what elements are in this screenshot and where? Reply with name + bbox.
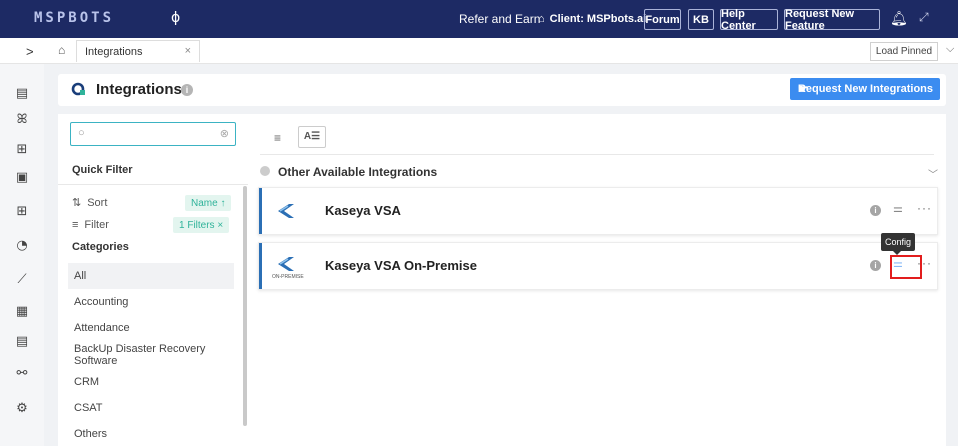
client-switcher[interactable]: ⌂ Client: MSPbots.ai	[538, 13, 646, 25]
category-backup[interactable]: BackUp Disaster Recovery Software	[68, 342, 234, 368]
home-icon: ⌂	[538, 13, 545, 25]
history-icon[interactable]: ◔	[0, 238, 44, 253]
info-icon[interactable]: i	[870, 260, 881, 271]
sidebar-rail: ▤ ꕤ ⊞ ▣ ⊞ ◔ ⟋ ▦ ▤ ⚯ ⚙	[0, 64, 44, 446]
config-tooltip: Config	[881, 233, 915, 251]
apps-icon[interactable]: ⊞	[0, 142, 44, 157]
calendar-icon[interactable]: ▦	[0, 304, 44, 319]
refer-and-earn-link[interactable]: Refer and Earn	[459, 12, 540, 26]
load-pinned-button[interactable]: Load Pinned	[870, 42, 938, 61]
bell-icon[interactable]: 🔔︎	[890, 10, 908, 27]
request-new-integrations-button[interactable]: ☛ Request New Integrations	[790, 78, 940, 100]
document-icon[interactable]: ▤	[0, 334, 44, 349]
integration-card[interactable]: ON-PREMISE Kaseya VSA On-Premise i ⚌ ···	[258, 242, 938, 290]
category-csat[interactable]: CSAT	[68, 395, 234, 421]
page-title: Integrations	[96, 81, 182, 98]
list-view-icon[interactable]: ≡	[274, 131, 281, 145]
search-icon: ○	[78, 127, 85, 139]
table-icon[interactable]: ⊞	[0, 204, 44, 219]
close-icon[interactable]: ×	[185, 45, 191, 57]
expand-icon[interactable]: ⤢	[919, 10, 929, 25]
divider	[58, 184, 248, 185]
kaseya-logo	[278, 257, 294, 271]
kaseya-logo	[278, 204, 294, 218]
page-header: Integrations i ☛ Request New Integration…	[58, 74, 946, 106]
integrations-icon[interactable]: ⚯	[0, 366, 44, 381]
home-icon[interactable]: ⌂	[58, 43, 65, 57]
users-icon[interactable]: ꕤ	[0, 112, 44, 127]
card-accent	[259, 243, 262, 289]
config-icon[interactable]: ⚌	[893, 202, 903, 215]
monitor-icon[interactable]: ▣	[0, 170, 44, 185]
chevron-down-icon[interactable]: ﹀	[928, 166, 938, 181]
filter-value-tag[interactable]: 1 Filters ×	[173, 217, 230, 233]
info-icon[interactable]: i	[181, 84, 193, 96]
tab-integrations[interactable]: Integrations ×	[76, 40, 200, 62]
info-icon[interactable]: i	[870, 205, 881, 216]
filter-icon: ≡	[72, 219, 79, 231]
logo-icon: ϕ	[171, 10, 181, 26]
top-navigation-bar: MSPBOTS ϕ Refer and Earn ⌂ Client: MSPbo…	[0, 0, 958, 38]
dashboard-icon[interactable]: ▤	[0, 86, 44, 101]
more-icon[interactable]: ···	[917, 256, 932, 270]
request-label: Request New Integrations	[797, 83, 933, 95]
hand-icon: ☛	[798, 82, 809, 96]
category-attendance[interactable]: Attendance	[68, 315, 234, 341]
help-center-button[interactable]: Help Center	[720, 8, 778, 32]
tab-label: Integrations	[85, 45, 143, 58]
scrollbar[interactable]	[243, 186, 247, 426]
integrations-panel: ≡ A☰ Other Available Integrations ﹀ Kase…	[248, 114, 946, 446]
category-accounting[interactable]: Accounting	[68, 289, 234, 315]
chevron-down-icon[interactable]: ⌵	[946, 43, 954, 56]
sort-icon: ⇅	[72, 197, 82, 209]
alphabetical-view-button[interactable]: A☰	[298, 126, 326, 148]
categories-heading: Categories	[72, 241, 129, 253]
settings-icon[interactable]: ⚙	[0, 401, 44, 416]
quick-filter-heading: Quick Filter	[72, 164, 133, 176]
chevron-right-icon[interactable]: >	[26, 44, 34, 59]
forum-button[interactable]: Forum	[644, 9, 681, 30]
filter-panel: ○ ⊗ Quick Filter ⇅ Sort Name ↑ ≡ Filter …	[58, 114, 248, 446]
kb-button[interactable]: KB	[688, 9, 714, 30]
filter-row: ≡ Filter	[72, 219, 109, 231]
more-icon[interactable]: ···	[917, 201, 932, 215]
filter-label: Filter	[84, 219, 109, 231]
card-accent	[259, 188, 262, 234]
tooltip-arrow	[893, 251, 901, 255]
integration-name: Kaseya VSA On-Premise	[325, 258, 477, 273]
section-icon	[260, 166, 270, 176]
sort-value-tag[interactable]: Name ↑	[185, 195, 232, 211]
category-others[interactable]: Others	[68, 421, 234, 446]
client-name: Client: MSPbots.ai	[549, 13, 647, 25]
category-crm[interactable]: CRM	[68, 369, 234, 395]
section-title: Other Available Integrations	[278, 165, 438, 179]
category-all[interactable]: All	[68, 263, 234, 289]
request-new-feature-button[interactable]: Request New Feature	[784, 8, 880, 32]
chart-icon[interactable]: ⟋	[0, 272, 44, 287]
clear-icon[interactable]: ⊗	[220, 127, 229, 140]
integration-name: Kaseya VSA	[325, 203, 401, 218]
sort-row: ⇅ Sort	[72, 196, 108, 210]
divider	[260, 154, 934, 155]
integrations-brand-icon	[71, 82, 85, 96]
logo-caption: ON-PREMISE	[272, 274, 304, 280]
sort-label: Sort	[87, 196, 108, 209]
app-logo[interactable]: MSPBOTS	[34, 10, 114, 26]
search-input[interactable]: ○ ⊗	[70, 122, 236, 146]
integration-card[interactable]: Kaseya VSA i ⚌ ···	[258, 187, 938, 235]
